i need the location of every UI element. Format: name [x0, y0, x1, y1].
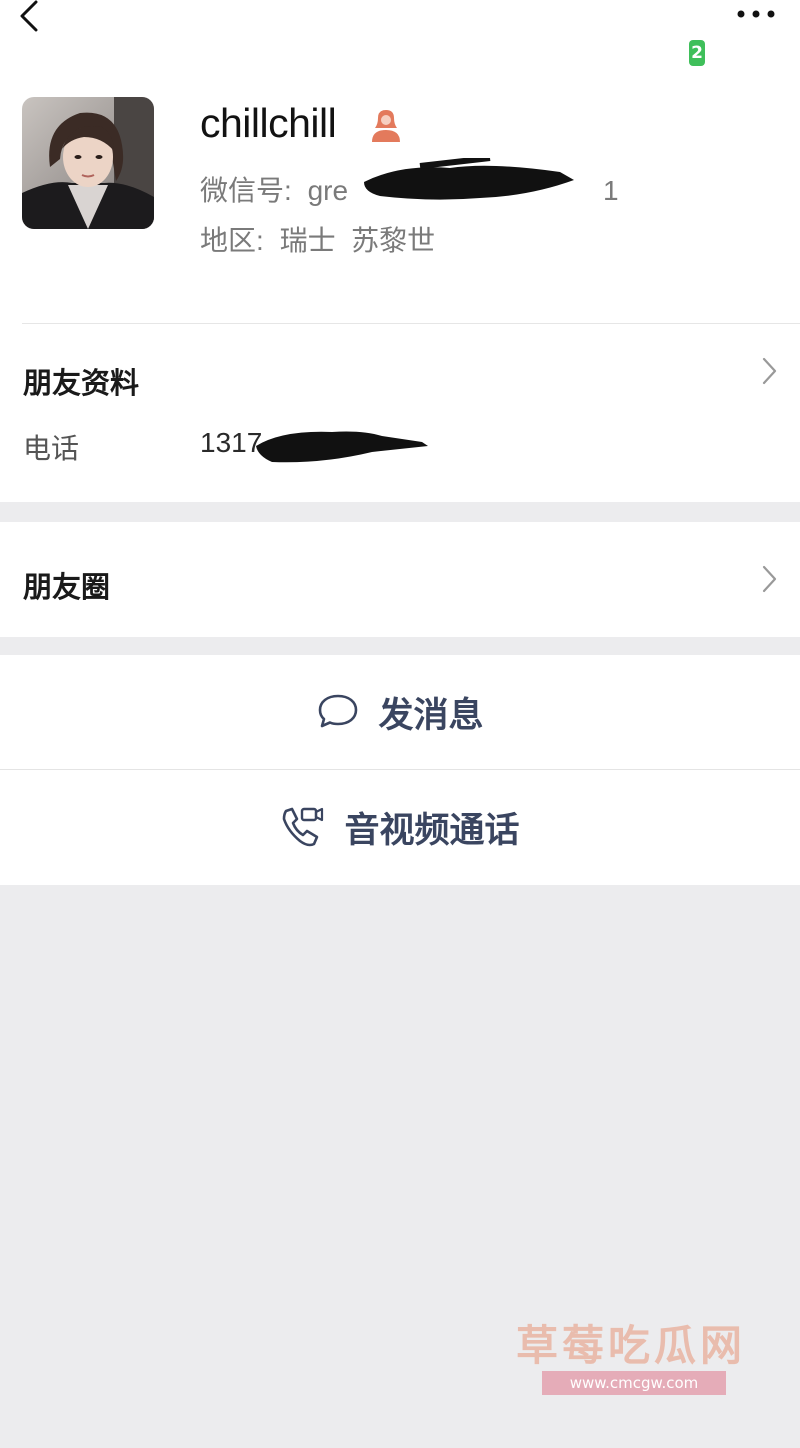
audio-video-call-label: 音视频通话 [344, 810, 520, 851]
more-button[interactable] [732, 4, 780, 28]
chat-bubble-icon [319, 694, 358, 728]
phone-redaction-scribble [256, 431, 428, 463]
wechat-id-label: 微信号: [200, 175, 292, 206]
avatar[interactable] [22, 97, 154, 229]
region-value: 瑞士 苏黎世 [279, 225, 436, 256]
chevron-left-icon [20, 0, 38, 32]
send-message-button[interactable]: 发消息 [0, 655, 800, 769]
send-message-label: 发消息 [378, 695, 484, 736]
female-user-icon [369, 108, 403, 144]
region: 地区: 瑞士 苏黎世 [200, 219, 435, 259]
ellipsis-icon [737, 10, 775, 18]
moments-row[interactable]: 朋友圈 [0, 522, 800, 637]
chevron-right-icon [758, 563, 780, 595]
back-button[interactable] [14, 0, 50, 40]
region-label: 地区: [200, 225, 264, 256]
watermark-title: 草莓吃瓜网 [516, 1321, 747, 1370]
chevron-right-icon[interactable] [758, 355, 780, 387]
video-call-icon [283, 807, 324, 847]
wechat-id-visible-end: 1 [603, 175, 619, 206]
actions-card: 发消息 音视频通话 [0, 655, 800, 885]
redaction-scribble [364, 158, 574, 200]
wechat-id-visible-start: gre [307, 175, 349, 206]
watermark-url: www.cmcgw.com [542, 1371, 726, 1395]
divider [22, 323, 800, 324]
notification-badge: 2 [689, 40, 705, 66]
phone-label: 电话 [23, 432, 80, 465]
nickname: chillchill [200, 100, 337, 146]
friend-info-title[interactable]: 朋友资料 [23, 360, 139, 402]
moments-title: 朋友圈 [23, 570, 111, 604]
audio-video-call-button[interactable]: 音视频通话 [0, 770, 800, 884]
